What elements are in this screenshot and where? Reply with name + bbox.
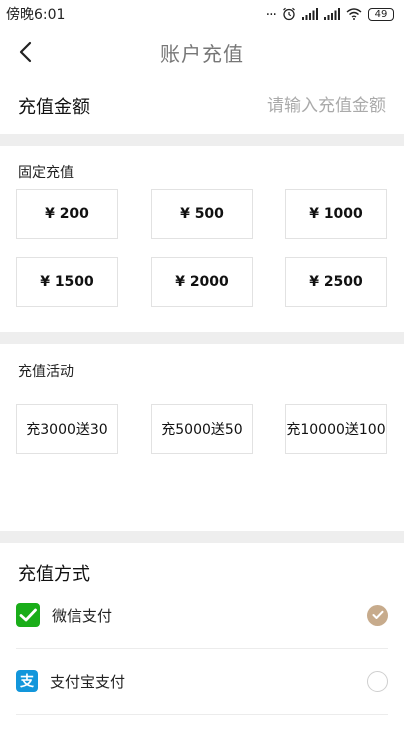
svg-text:支: 支 (19, 673, 35, 690)
wifi-icon (346, 8, 362, 20)
fixed-option-1000[interactable]: ¥ 1000 (285, 189, 387, 239)
wechat-pay-icon (16, 603, 40, 627)
payment-option-alipay[interactable]: 支 支付宝支付 (0, 648, 404, 714)
section-divider (0, 531, 404, 543)
radio-unchecked-icon[interactable] (367, 670, 388, 692)
fixed-option-200[interactable]: ¥ 200 (16, 189, 118, 239)
promo-option-10000[interactable]: 充10000送100 (285, 404, 387, 454)
status-icons: ... 49 (265, 3, 394, 21)
amount-label: 充值金额 (18, 97, 90, 118)
fixed-option-1500[interactable]: ¥ 1500 (16, 257, 118, 307)
row-divider (16, 714, 388, 715)
fixed-option-2500[interactable]: ¥ 2500 (285, 257, 387, 307)
payment-name: 微信支付 (52, 606, 113, 625)
promo-option-5000[interactable]: 充5000送50 (151, 404, 253, 454)
alipay-icon: 支 (16, 670, 38, 692)
fixed-option-500[interactable]: ¥ 500 (151, 189, 253, 239)
payment-option-wechat[interactable]: 微信支付 (0, 582, 404, 648)
back-button[interactable] (12, 38, 40, 66)
status-time: 傍晚6:01 (6, 7, 66, 23)
section-divider (0, 332, 404, 344)
promo-option-3000[interactable]: 充3000送30 (16, 404, 118, 454)
radio-checked-icon[interactable] (367, 604, 388, 626)
battery-icon: 49 (368, 7, 394, 21)
fixed-option-2000[interactable]: ¥ 2000 (151, 257, 253, 307)
signal-icon (324, 8, 340, 20)
fixed-recharge-label: 固定充值 (18, 165, 74, 181)
chevron-left-icon (19, 41, 32, 63)
amount-input[interactable] (186, 96, 386, 116)
more-dots-icon: ... (265, 3, 277, 19)
signal-icon (302, 8, 318, 20)
promo-label: 充值活动 (18, 364, 74, 380)
alarm-icon (283, 7, 295, 21)
status-bar: 傍晚6:01 ... 49 (0, 0, 404, 28)
amount-row: 充值金额 (0, 78, 404, 134)
section-divider (0, 134, 404, 146)
nav-bar: 账户充值 (0, 28, 404, 76)
page-title: 账户充值 (160, 41, 244, 66)
payment-name: 支付宝支付 (50, 672, 126, 691)
